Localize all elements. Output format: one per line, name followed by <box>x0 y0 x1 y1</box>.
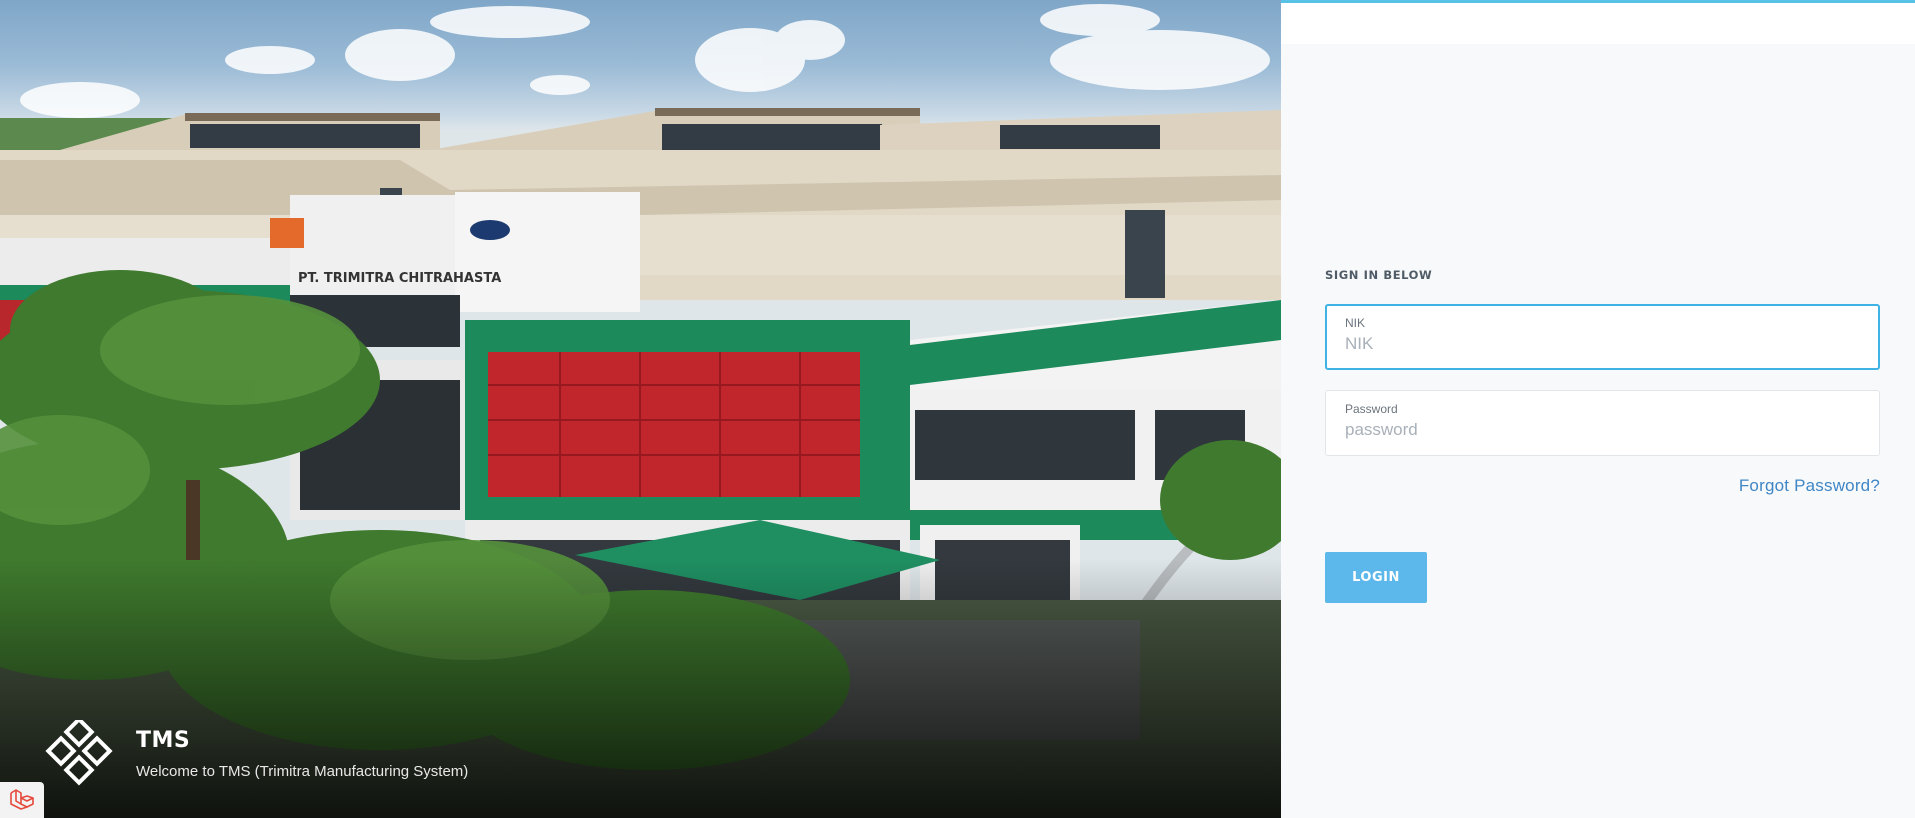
nik-label: NIK <box>1345 316 1366 330</box>
password-label: Password <box>1345 402 1398 416</box>
login-form: SIGN IN BELOW NIK Password Forgot Passwo… <box>1325 268 1880 603</box>
login-page: PT. TRIMITRA CHITRAHASTA TMS Welcome to … <box>0 0 1915 818</box>
brand-text: TMS Welcome to TMS (Trimitra Manufacturi… <box>136 728 468 780</box>
login-panel: SIGN IN BELOW NIK Password Forgot Passwo… <box>1281 0 1915 818</box>
login-button[interactable]: LOGIN <box>1325 552 1427 603</box>
nik-input[interactable] <box>1345 334 1860 354</box>
forgot-password-link[interactable]: Forgot Password? <box>1739 476 1880 495</box>
password-input[interactable] <box>1345 420 1860 440</box>
forgot-password-row: Forgot Password? <box>1325 476 1880 496</box>
tms-diamonds-logo-icon <box>45 720 113 786</box>
laravel-badge[interactable] <box>0 782 44 818</box>
building-sign: PT. TRIMITRA CHITRAHASTA <box>298 271 501 286</box>
laravel-icon <box>10 789 34 810</box>
brand-block: TMS Welcome to TMS (Trimitra Manufacturi… <box>42 720 468 788</box>
sign-in-heading: SIGN IN BELOW <box>1325 268 1433 282</box>
app-title: TMS <box>136 728 191 753</box>
nik-field[interactable]: NIK <box>1325 304 1880 370</box>
password-field[interactable]: Password <box>1325 390 1880 456</box>
app-subtitle: Welcome to TMS (Trimitra Manufacturing S… <box>136 763 469 780</box>
hero-image: PT. TRIMITRA CHITRAHASTA TMS Welcome to … <box>0 0 1281 818</box>
panel-top-bar <box>1281 0 1915 44</box>
